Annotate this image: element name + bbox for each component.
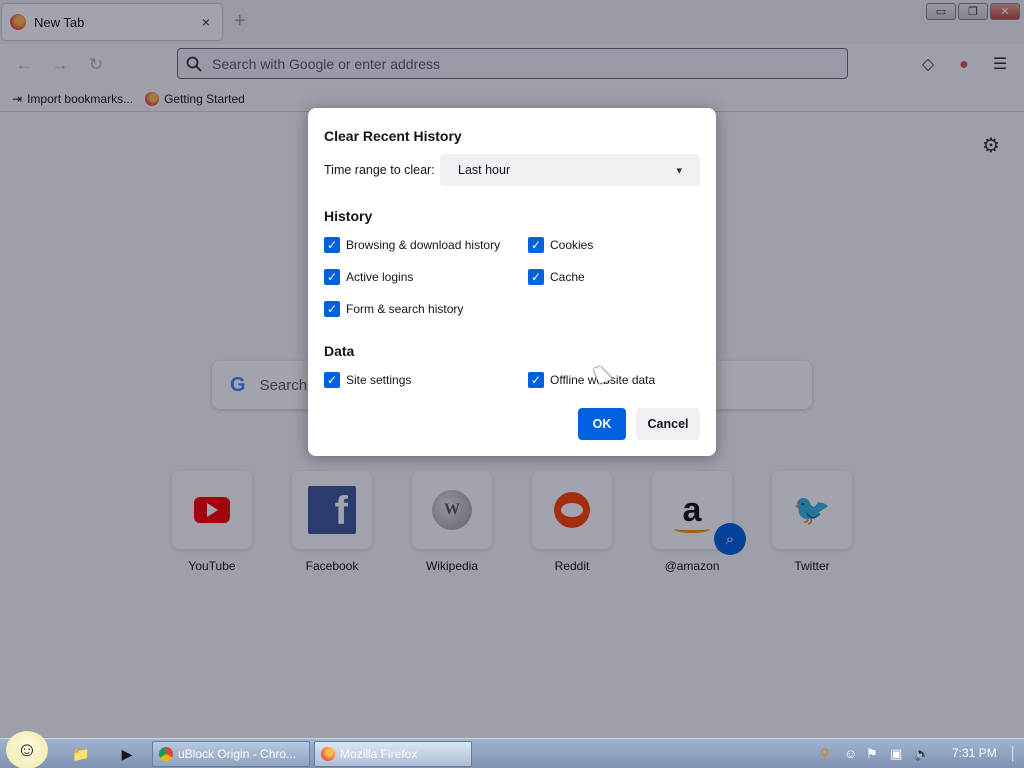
flag-icon[interactable]: ⚑ (866, 746, 878, 762)
option-browsing-download-history[interactable]: ✓ Browsing & download history (324, 236, 528, 253)
data-section-title: Data (324, 343, 355, 359)
checkbox-checked-icon[interactable]: ✓ (324, 371, 340, 388)
history-options: ✓ Browsing & download history ✓ Cookies ✓ A… (324, 236, 700, 317)
chevron-down-icon: ▾ (676, 164, 682, 177)
option-offline-website-data[interactable]: ✓ Offline website data (528, 371, 708, 388)
option-label: Browsing & download history (346, 237, 501, 252)
option-site-settings[interactable]: ✓ Site settings (324, 371, 528, 388)
folder-icon[interactable]: 📁 (72, 745, 90, 763)
dialog-buttons: OK Cancel (578, 408, 700, 440)
start-button[interactable]: ☺ (6, 731, 48, 768)
checkbox-checked-icon[interactable]: ✓ (528, 236, 544, 253)
task-ublock-chrome[interactable]: uBlock Origin - Chro... (152, 741, 310, 767)
checkbox-checked-icon[interactable]: ✓ (324, 268, 340, 285)
time-range-label: Time range to clear: (324, 163, 435, 177)
checkbox-checked-icon[interactable]: ✓ (528, 371, 544, 388)
option-cache[interactable]: ✓ Cache (528, 268, 708, 285)
dialog-title: Clear Recent History (324, 128, 462, 144)
cancel-button[interactable]: Cancel (636, 408, 700, 440)
smiley-start-icon: ☺ (16, 738, 38, 761)
time-range-value: Last hour (458, 163, 511, 177)
option-label: Form & search history (346, 301, 464, 316)
data-options: ✓ Site settings ✓ Offline website data (324, 371, 700, 388)
option-label: Site settings (346, 372, 412, 387)
option-cookies[interactable]: ✓ Cookies (528, 236, 708, 253)
ok-button[interactable]: OK (578, 408, 626, 440)
checkbox-checked-icon[interactable]: ✓ (528, 268, 544, 285)
taskbar: ☺ 📁 ▶ uBlock Origin - Chro... Mozilla Fi… (0, 731, 1024, 768)
time-range-select[interactable]: Last hour ▾ (440, 154, 700, 186)
history-section-title: History (324, 208, 373, 224)
option-label: Cache (550, 269, 585, 284)
smiley-tray-icon[interactable]: ☺ (844, 746, 857, 761)
time-range-row: Time range to clear: Last hour ▾ (324, 154, 700, 186)
option-active-logins[interactable]: ✓ Active logins (324, 268, 528, 285)
checkbox-checked-icon[interactable]: ✓ (324, 236, 340, 253)
volume-icon[interactable]: 🔈 (914, 746, 930, 762)
option-label: Active logins (346, 269, 414, 284)
media-player-icon[interactable]: ▶ (118, 745, 136, 763)
search-tray-icon[interactable]: ⚲ (820, 746, 830, 762)
option-label: Cookies (550, 237, 594, 252)
task-label: uBlock Origin - Chro... (178, 747, 297, 761)
firefox-icon (321, 747, 335, 761)
chrome-icon (159, 747, 173, 761)
task-label: Mozilla Firefox (340, 747, 418, 761)
checkbox-checked-icon[interactable]: ✓ (324, 300, 340, 317)
clear-history-dialog: Clear Recent History Time range to clear… (308, 108, 716, 456)
show-desktop-button[interactable]: ▏ (1012, 746, 1022, 762)
task-mozilla-firefox[interactable]: Mozilla Firefox (314, 741, 472, 767)
option-form-search-history[interactable]: ✓ Form & search history (324, 300, 528, 317)
network-icon[interactable]: ▣ (890, 746, 902, 762)
clock: 7:31 PM (952, 746, 997, 760)
